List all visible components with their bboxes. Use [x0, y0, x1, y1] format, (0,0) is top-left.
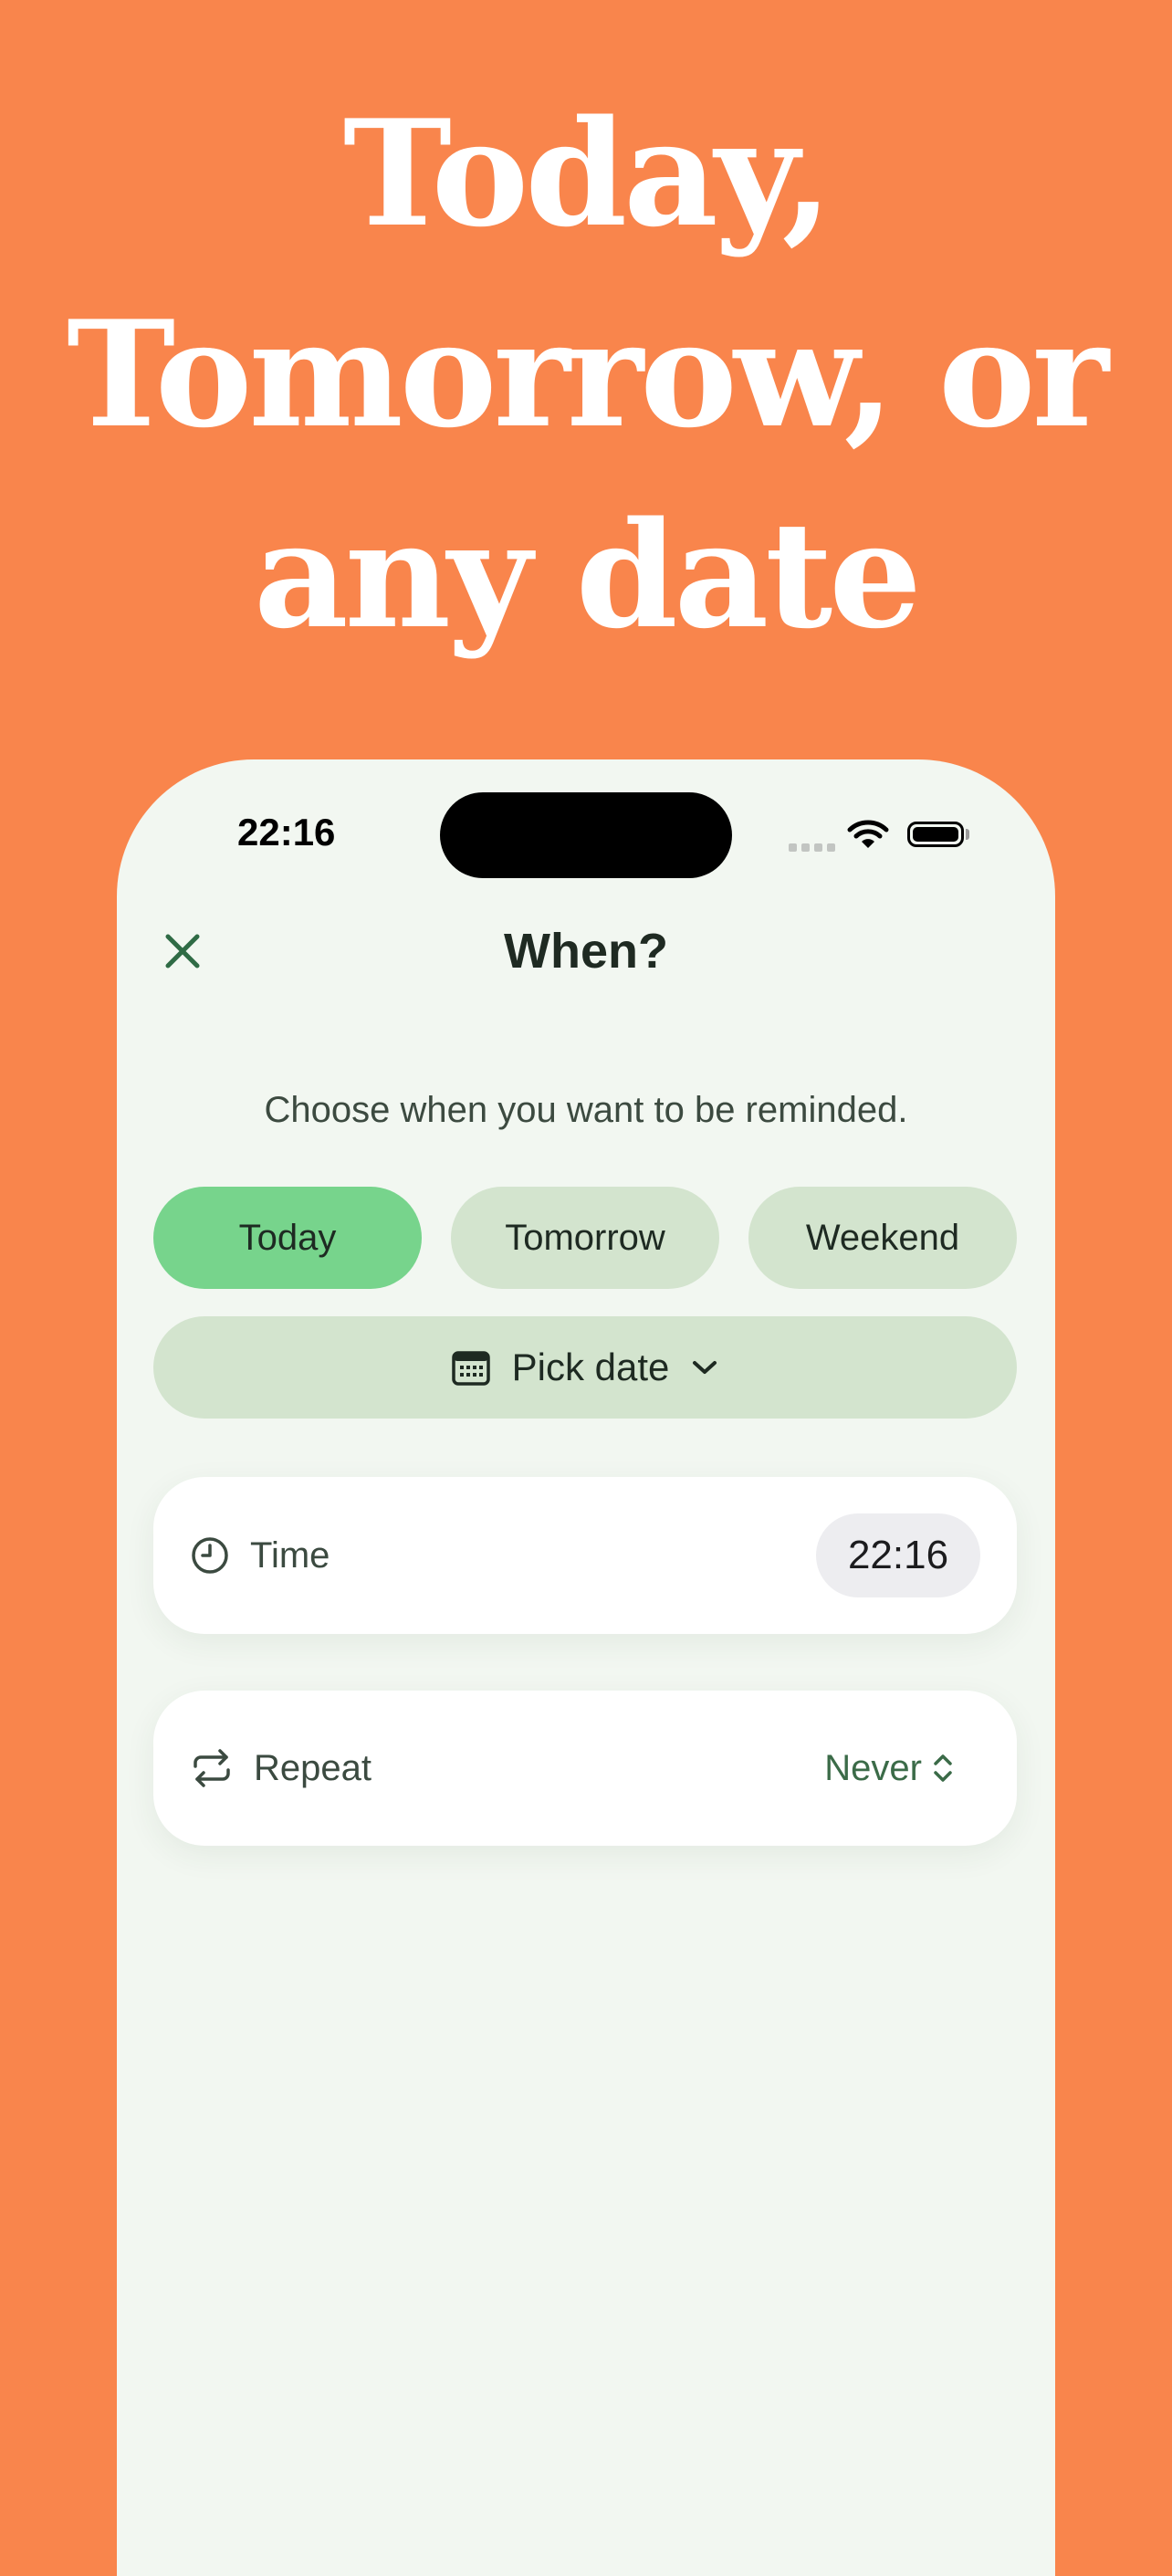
tomorrow-option-button[interactable]: Tomorrow	[451, 1187, 719, 1289]
headline-line-1: Today,	[342, 88, 832, 259]
chevron-up-down-icon	[934, 1754, 952, 1782]
cellular-signal-icon	[789, 843, 835, 852]
pick-date-button[interactable]: Pick date	[153, 1316, 1017, 1419]
pick-date-label: Pick date	[511, 1346, 670, 1388]
time-label: Time	[250, 1534, 330, 1576]
weekend-option-button[interactable]: Weekend	[748, 1187, 1017, 1289]
today-option-button[interactable]: Today	[153, 1187, 422, 1289]
repeat-value: Never	[824, 1747, 922, 1788]
instruction-text: Choose when you want to be reminded.	[264, 1090, 908, 1130]
clock-icon	[192, 1537, 228, 1574]
page-title: When?	[504, 924, 668, 979]
battery-tip	[966, 829, 969, 840]
time-row: Time 22:16	[153, 1477, 1017, 1634]
status-bar-time: 22:16	[237, 811, 336, 853]
time-picker-button[interactable]: 22:16	[816, 1513, 980, 1597]
today-option-label: Today	[238, 1217, 337, 1258]
chevron-down-icon	[693, 1361, 717, 1374]
headline-line-2: Tomorrow, or	[67, 288, 1109, 460]
weekend-option-label: Weekend	[805, 1217, 960, 1258]
dynamic-island	[440, 792, 732, 878]
phone-screen: 22:16 When? Choose when you want to be r…	[117, 759, 1055, 2576]
battery-icon	[907, 822, 964, 847]
repeat-icon	[194, 1749, 230, 1787]
repeat-row[interactable]: Repeat Never	[153, 1691, 1017, 1846]
repeat-value-selector[interactable]: Never	[824, 1691, 955, 1846]
repeat-label: Repeat	[254, 1747, 371, 1788]
tomorrow-option-label: Tomorrow	[505, 1217, 665, 1258]
wifi-icon	[847, 820, 889, 848]
marketing-headline: Today, Tomorrow, or any date	[0, 73, 1172, 675]
calendar-icon	[451, 1351, 490, 1386]
headline-line-3: any date	[254, 489, 922, 661]
